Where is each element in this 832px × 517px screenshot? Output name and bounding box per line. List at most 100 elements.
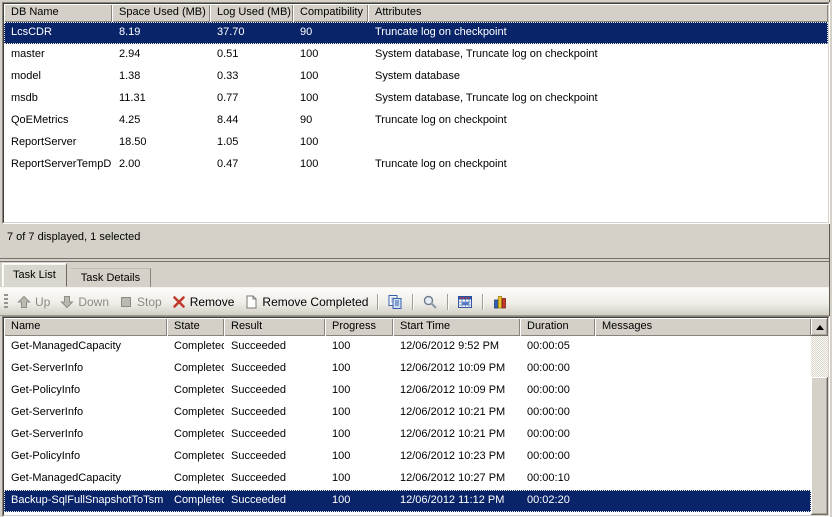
tab-task-details-label: Task Details bbox=[81, 272, 140, 284]
task-list-pane: Name State Result Progress Start Time Du… bbox=[2, 316, 830, 517]
db-log-used-cell: 0.51 bbox=[210, 44, 293, 66]
task-table-row[interactable]: Get-PolicyInfo Completed Succeeded 100 1… bbox=[4, 446, 811, 468]
task-state-cell: Completed bbox=[167, 336, 224, 358]
chart-button[interactable] bbox=[487, 291, 513, 313]
db-table-row[interactable]: LcsCDR 8.19 37.70 90 Truncate log on che… bbox=[4, 22, 828, 44]
task-name-cell: Get-ServerInfo bbox=[4, 358, 167, 380]
tab-task-details[interactable]: Task Details bbox=[71, 268, 151, 287]
down-button[interactable]: Down bbox=[55, 292, 114, 312]
task-table-row[interactable]: Get-ManagedCapacity Completed Succeeded … bbox=[4, 468, 811, 490]
db-log-used-cell: 8.44 bbox=[210, 110, 293, 132]
task-duration-cell: 00:00:00 bbox=[520, 402, 595, 424]
task-progress-cell: 100 bbox=[325, 402, 393, 424]
scrollbar-up-button[interactable] bbox=[811, 318, 828, 336]
task-messages-cell bbox=[595, 490, 811, 512]
task-result-cell: Succeeded bbox=[224, 468, 325, 490]
task-progress-cell: 100 bbox=[325, 468, 393, 490]
task-start-time-cell: 12/06/2012 10:09 PM bbox=[393, 380, 520, 402]
db-table-row[interactable]: msdb 11.31 0.77 100 System database, Tru… bbox=[4, 88, 828, 110]
db-attributes-cell bbox=[368, 132, 828, 154]
stop-button[interactable]: Stop bbox=[114, 292, 167, 312]
db-compatibility-cell: 90 bbox=[293, 110, 368, 132]
remove-button[interactable]: Remove bbox=[167, 292, 240, 312]
db-attributes-cell: System database, Truncate log on checkpo… bbox=[368, 88, 828, 110]
task-table-row[interactable]: Get-PolicyInfo Completed Succeeded 100 1… bbox=[4, 380, 811, 402]
remove-completed-button-label: Remove Completed bbox=[262, 295, 368, 309]
toolbar-grip[interactable] bbox=[4, 294, 8, 310]
up-button[interactable]: Up bbox=[12, 292, 55, 312]
task-column-header-start-time[interactable]: Start Time bbox=[393, 318, 520, 336]
task-column-header-name[interactable]: Name bbox=[4, 318, 167, 336]
task-table-row[interactable]: Get-ServerInfo Completed Succeeded 100 1… bbox=[4, 358, 811, 380]
scrollbar-thumb[interactable] bbox=[811, 377, 828, 515]
status-text: 7 of 7 displayed, 1 selected bbox=[7, 231, 140, 243]
task-duration-cell: 00:00:00 bbox=[520, 424, 595, 446]
db-column-header-db-name[interactable]: DB Name bbox=[4, 4, 112, 22]
db-space-used-cell: 8.19 bbox=[112, 22, 210, 44]
db-table-row[interactable]: ReportServerTempDB 2.00 0.47 100 Truncat… bbox=[4, 154, 828, 176]
remove-button-label: Remove bbox=[190, 295, 235, 309]
task-result-cell: Succeeded bbox=[224, 490, 325, 512]
task-table-row[interactable]: Get-ServerInfo Completed Succeeded 100 1… bbox=[4, 402, 811, 424]
copy-icon bbox=[387, 294, 403, 310]
task-column-header-duration[interactable]: Duration bbox=[520, 318, 595, 336]
task-column-header-state[interactable]: State bbox=[167, 318, 224, 336]
db-name-cell: msdb bbox=[4, 88, 112, 110]
db-table-row[interactable]: QoEMetrics 4.25 8.44 90 Truncate log on … bbox=[4, 110, 828, 132]
db-log-used-cell: 0.47 bbox=[210, 154, 293, 176]
db-column-header-attributes[interactable]: Attributes bbox=[368, 4, 828, 22]
remove-completed-button[interactable]: Remove Completed bbox=[239, 292, 373, 312]
copy-button[interactable] bbox=[382, 291, 408, 313]
up-button-label: Up bbox=[35, 295, 50, 309]
db-space-used-cell: 2.94 bbox=[112, 44, 210, 66]
task-progress-cell: 100 bbox=[325, 336, 393, 358]
task-start-time-cell: 12/06/2012 10:21 PM bbox=[393, 402, 520, 424]
db-space-used-cell: 11.31 bbox=[112, 88, 210, 110]
search-button[interactable] bbox=[417, 291, 443, 313]
db-column-header-log-used[interactable]: Log Used (MB) bbox=[210, 4, 293, 22]
toolbar-separator bbox=[412, 294, 413, 310]
db-compatibility-cell: 90 bbox=[293, 22, 368, 44]
db-space-used-cell: 2.00 bbox=[112, 154, 210, 176]
task-name-cell: Get-ServerInfo bbox=[4, 402, 167, 424]
db-attributes-cell: Truncate log on checkpoint bbox=[368, 22, 828, 44]
task-state-cell: Completed bbox=[167, 358, 224, 380]
task-table-row[interactable]: Get-ServerInfo Completed Succeeded 100 1… bbox=[4, 424, 811, 446]
db-column-header-space-used[interactable]: Space Used (MB) bbox=[112, 4, 210, 22]
red-x-icon bbox=[172, 295, 186, 309]
task-messages-cell bbox=[595, 336, 811, 358]
db-compatibility-cell: 100 bbox=[293, 66, 368, 88]
task-progress-cell: 100 bbox=[325, 424, 393, 446]
db-compatibility-cell: 100 bbox=[293, 88, 368, 110]
task-duration-cell: 00:00:00 bbox=[520, 446, 595, 468]
task-column-header-result[interactable]: Result bbox=[224, 318, 325, 336]
task-start-time-cell: 12/06/2012 10:09 PM bbox=[393, 358, 520, 380]
task-start-time-cell: 12/06/2012 10:21 PM bbox=[393, 424, 520, 446]
task-state-cell: Completed bbox=[167, 468, 224, 490]
task-column-header-messages[interactable]: Messages bbox=[595, 318, 811, 336]
database-list-pane: DB Name Space Used (MB) Log Used (MB) Co… bbox=[2, 2, 830, 224]
task-column-header-progress[interactable]: Progress bbox=[325, 318, 393, 336]
task-result-cell: Succeeded bbox=[224, 380, 325, 402]
task-duration-cell: 00:00:05 bbox=[520, 336, 595, 358]
task-messages-cell bbox=[595, 402, 811, 424]
task-table-row[interactable]: Backup-SqlFullSnapshotToTsm Completed Su… bbox=[4, 490, 811, 512]
toolbar-separator bbox=[377, 294, 378, 310]
vertical-scrollbar[interactable] bbox=[811, 318, 828, 515]
db-space-used-cell: 1.38 bbox=[112, 66, 210, 88]
task-table-row[interactable]: Get-ManagedCapacity Completed Succeeded … bbox=[4, 336, 811, 358]
db-table-row[interactable]: model 1.38 0.33 100 System database bbox=[4, 66, 828, 88]
task-progress-cell: 100 bbox=[325, 490, 393, 512]
db-table-header: DB Name Space Used (MB) Log Used (MB) Co… bbox=[4, 4, 828, 22]
db-column-header-compatibility[interactable]: Compatibility bbox=[293, 4, 368, 22]
blank-page-icon bbox=[244, 295, 258, 309]
grid-button[interactable] bbox=[452, 291, 478, 313]
db-table-row[interactable]: master 2.94 0.51 100 System database, Tr… bbox=[4, 44, 828, 66]
task-progress-cell: 100 bbox=[325, 446, 393, 468]
tab-task-list-label: Task List bbox=[13, 269, 56, 281]
task-result-cell: Succeeded bbox=[224, 358, 325, 380]
down-arrow-icon bbox=[60, 295, 74, 309]
db-table-row[interactable]: ReportServer 18.50 1.05 100 bbox=[4, 132, 828, 154]
tab-task-list[interactable]: Task List bbox=[2, 263, 67, 287]
db-compatibility-cell: 100 bbox=[293, 132, 368, 154]
